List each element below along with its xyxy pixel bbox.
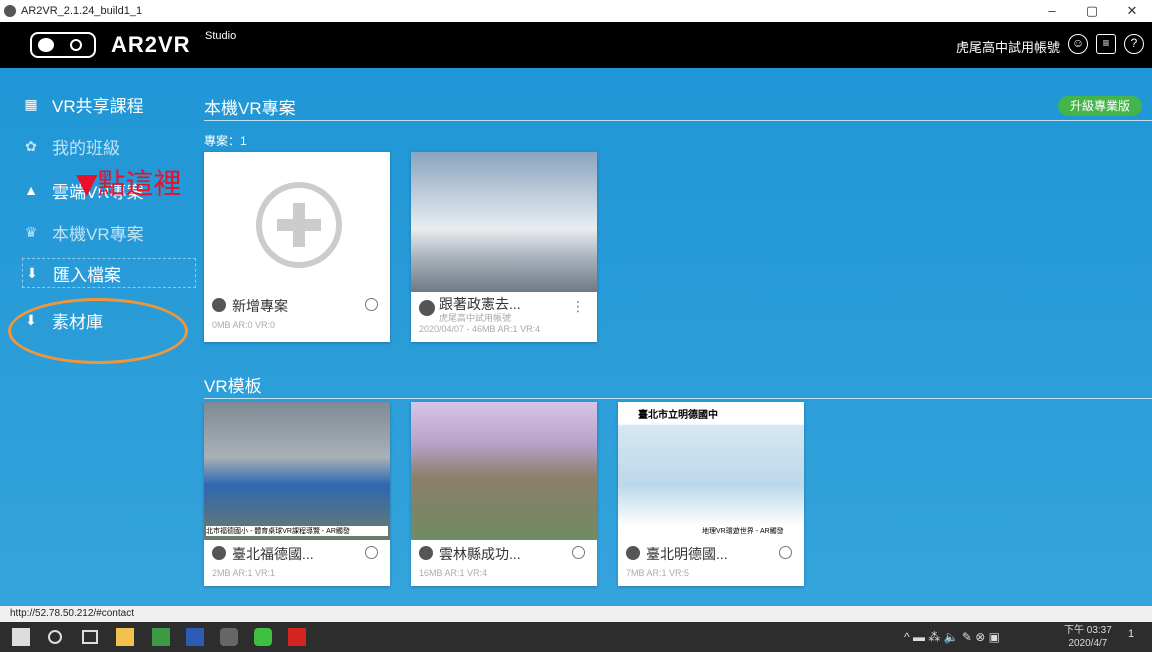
card-title: 臺北明德國... <box>646 546 728 562</box>
cloud-icon: ▲ <box>24 182 38 198</box>
vr-icon <box>212 298 226 312</box>
sidebar-item-local-projects[interactable]: ♛ 本機VR專案 <box>22 220 144 244</box>
app-header: AR2VR Studio 虎尾高中試用帳號 ☺ ≡ ? <box>0 22 1152 68</box>
new-project-card[interactable]: 新增專案 0MB AR:0 VR:0 <box>204 152 390 342</box>
sidebar-item-label: 匯入檔案 <box>53 265 121 285</box>
system-tray-icons[interactable]: ^ ▬ ⁂ 🔈 ✎ ⊗ ▣ <box>904 630 1000 644</box>
local-icon: ♛ <box>24 224 38 240</box>
card-title: 臺北福德國... <box>232 546 314 562</box>
project-card[interactable]: 跟著政憲去... 虎尾高中試用帳號 ⋮ 2020/04/07 - 46MB AR… <box>411 152 597 342</box>
ar2vr-taskbar-icon[interactable] <box>220 628 238 646</box>
card-meta: 0MB AR:0 VR:0 <box>212 320 276 330</box>
window-title: AR2VR_2.1.24_build1_1 <box>21 5 143 17</box>
word-icon[interactable] <box>186 628 204 646</box>
user-icon[interactable]: ☺ <box>1068 34 1088 54</box>
thumbnail-caption: 地理VR環遊世界 - AR觸發 <box>702 528 784 535</box>
brand-name: AR2VR <box>111 32 191 57</box>
card-thumbnail <box>204 402 390 540</box>
globe-icon[interactable] <box>572 546 585 559</box>
main-area: ▦ VR共享課程 ✿ 我的班級 ▲ 雲端VR專案 ♛ 本機VR專案 ⬇ 匯入檔案… <box>0 68 1152 606</box>
minimize-button[interactable]: – <box>1032 0 1072 22</box>
templates-section-title: VR模板 <box>204 377 262 396</box>
clock-date: 2020/4/7 <box>1068 638 1108 649</box>
section-divider <box>204 120 1152 121</box>
task-view-icon[interactable] <box>82 630 98 644</box>
window-controls: – ▢ ✕ <box>1032 0 1152 22</box>
vr-icon <box>212 546 226 560</box>
card-owner: 虎尾高中試用帳號 <box>439 313 512 323</box>
template-card[interactable]: 北市福德國小 - 體育桌球VR課程導覽 - AR觸發 臺北福德國... 2MB … <box>204 402 390 586</box>
notification-icon[interactable]: 1 <box>1128 628 1134 640</box>
local-section-title: 本機VR專案 <box>204 99 296 118</box>
taskbar: ^ ▬ ⁂ 🔈 ✎ ⊗ ▣ 下午 03:37 2020/4/7 1 <box>0 622 1152 652</box>
card-thumbnail <box>411 402 597 540</box>
import-icon: ⬇ <box>26 265 38 281</box>
thumbnail-banner: 臺北市立明德國中 <box>638 410 718 421</box>
app-icon-green[interactable] <box>152 628 170 646</box>
more-icon[interactable]: ⋮ <box>571 298 585 315</box>
globe-icon[interactable] <box>779 546 792 559</box>
globe-icon[interactable] <box>365 546 378 559</box>
template-card[interactable]: 臺北市立明德國中 地理VR環遊世界 - AR觸發 臺北明德國... 7MB AR… <box>618 402 804 586</box>
help-icon[interactable]: ? <box>1124 34 1144 54</box>
card-thumbnail <box>411 152 597 292</box>
window-titlebar: AR2VR_2.1.24_build1_1 – ▢ ✕ <box>0 0 1152 22</box>
brand-subtitle: Studio <box>205 30 237 42</box>
card-meta: 2020/04/07 - 46MB AR:1 VR:4 <box>419 324 541 334</box>
sidebar-item-label: VR共享課程 <box>52 96 144 116</box>
line-icon[interactable] <box>254 628 272 646</box>
card-thumbnail <box>204 152 390 292</box>
acrobat-icon[interactable] <box>288 628 306 646</box>
sidebar-item-label: 本機VR專案 <box>52 224 144 244</box>
maximize-button[interactable]: ▢ <box>1072 0 1112 22</box>
account-name[interactable]: 虎尾高中試用帳號 <box>956 37 1060 56</box>
sidebar-item-import[interactable]: ⬇ 匯入檔案 <box>22 258 196 288</box>
card-title: 雲林縣成功... <box>439 546 521 562</box>
group-icon: ✿ <box>25 138 37 154</box>
section-divider <box>204 398 1152 399</box>
card-title: 新增專案 <box>232 298 288 314</box>
grid-icon: ▦ <box>24 96 38 112</box>
file-explorer-icon[interactable] <box>116 628 134 646</box>
sidebar-item-shared-courses[interactable]: ▦ VR共享課程 <box>22 92 144 116</box>
logo-icon <box>30 32 96 58</box>
clock-time: 下午 03:37 <box>1064 625 1112 636</box>
search-icon[interactable] <box>48 630 62 644</box>
globe-icon[interactable] <box>365 298 378 311</box>
card-meta: 2MB AR:1 VR:1 <box>212 568 276 578</box>
upgrade-button[interactable]: 升級專業版 <box>1058 96 1142 116</box>
clock[interactable]: 下午 03:37 2020/4/7 <box>1064 624 1112 650</box>
highlight-ellipse <box>8 298 188 364</box>
card-meta: 16MB AR:1 VR:4 <box>419 568 488 578</box>
card-meta: 7MB AR:1 VR:5 <box>626 568 690 578</box>
project-count: 專案：1 <box>204 134 247 148</box>
card-thumbnail <box>618 402 804 540</box>
sidebar-item-my-class[interactable]: ✿ 我的班級 <box>22 134 120 158</box>
app-icon <box>4 5 16 17</box>
thumbnail-caption: 北市福德國小 - 體育桌球VR課程導覽 - AR觸發 <box>206 526 388 536</box>
annotation-click-here: ▼點這裡 <box>76 167 182 200</box>
status-url: http://52.78.50.212/#contact <box>0 606 1152 622</box>
close-button[interactable]: ✕ <box>1112 0 1152 22</box>
vr-icon <box>419 546 433 560</box>
document-icon[interactable]: ≡ <box>1096 34 1116 54</box>
vr-icon <box>626 546 640 560</box>
avatar <box>419 300 435 316</box>
add-icon <box>256 182 342 268</box>
windows-start-icon[interactable] <box>12 628 30 646</box>
sidebar-item-label: 我的班級 <box>52 138 120 158</box>
template-card[interactable]: 雲林縣成功... 16MB AR:1 VR:4 <box>411 402 597 586</box>
